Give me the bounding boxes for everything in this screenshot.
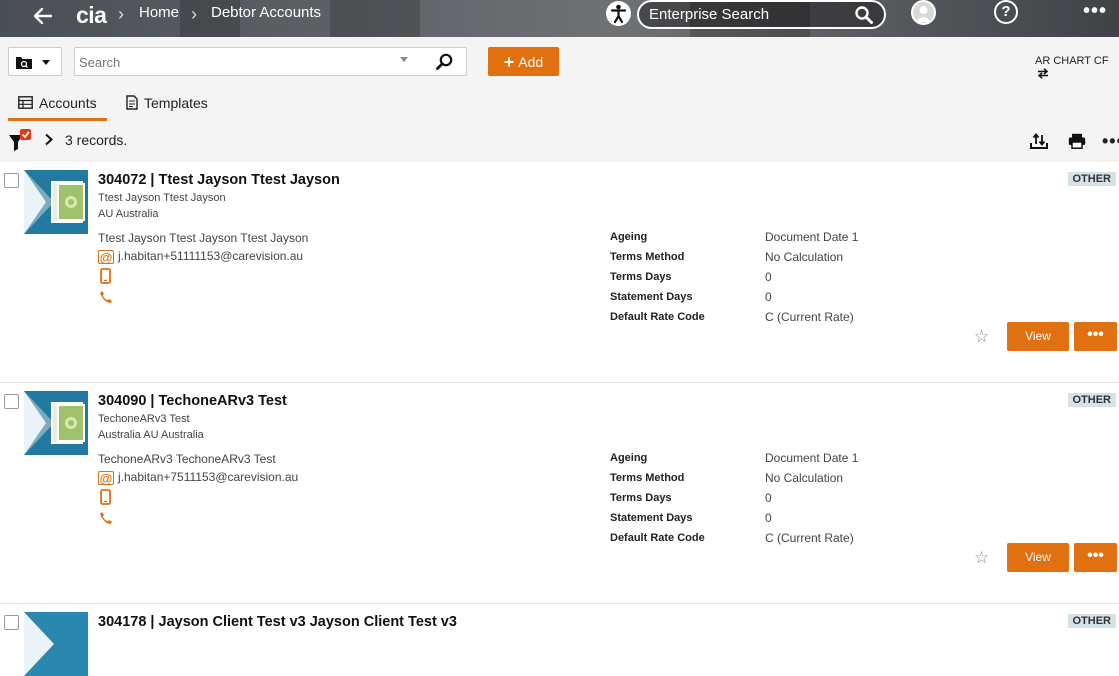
background-image bbox=[330, 0, 420, 37]
breadcrumb-debtor-accounts: Debtor Accounts bbox=[211, 4, 322, 21]
star-icon[interactable]: ☆ bbox=[974, 548, 989, 568]
debtor-money-icon bbox=[24, 170, 88, 234]
field-label: Default Rate Code bbox=[610, 532, 705, 544]
debtor-money-icon bbox=[24, 391, 88, 455]
more-menu-icon[interactable]: ••• bbox=[1083, 0, 1107, 23]
search-icon[interactable] bbox=[854, 5, 874, 30]
top-bar: cia › Home › Debtor Accounts Enterprise … bbox=[0, 0, 1119, 37]
list-item[interactable]: 304072 | Ttest Jayson Ttest Jayson Ttest… bbox=[0, 162, 1119, 383]
toolbar: +Add AR CHART CF Accounts Templates 3 re… bbox=[0, 37, 1119, 162]
field-label: Ageing bbox=[610, 231, 648, 243]
search-field[interactable] bbox=[74, 47, 467, 76]
filter-icon[interactable] bbox=[8, 129, 34, 158]
field-label: Terms Method bbox=[610, 251, 685, 263]
expand-chevron-icon[interactable] bbox=[44, 133, 54, 150]
add-button-label: Add bbox=[518, 54, 544, 70]
field-label: Ageing bbox=[610, 452, 648, 464]
ar-chart-label: AR CHART CF bbox=[1035, 55, 1109, 67]
field-label: Statement Days bbox=[610, 291, 693, 303]
breadcrumb-home[interactable]: Home bbox=[139, 4, 179, 22]
email-icon: @ bbox=[98, 249, 114, 265]
record-count: 3 records. bbox=[65, 132, 128, 148]
record-contact: TechoneARv3 TechoneARv3 Test bbox=[98, 452, 276, 466]
list-item[interactable]: 304090 | TechoneARv3 Test TechoneARv3 Te… bbox=[0, 383, 1119, 604]
field-value: No Calculation bbox=[765, 250, 844, 264]
record-location: AU Australia bbox=[98, 208, 159, 220]
row-checkbox[interactable] bbox=[4, 615, 19, 630]
plus-icon: + bbox=[503, 52, 515, 72]
email-icon: @ bbox=[98, 470, 114, 486]
app-logo[interactable]: cia bbox=[76, 2, 107, 29]
mobile-icon bbox=[100, 268, 111, 284]
tab-accounts[interactable]: Accounts bbox=[8, 95, 107, 121]
field-value: 0 bbox=[765, 491, 772, 505]
add-button[interactable]: + Add bbox=[488, 47, 559, 76]
folder-search-icon bbox=[16, 57, 32, 69]
field-label: Statement Days bbox=[610, 512, 693, 524]
chevron-right-icon: › bbox=[191, 4, 197, 24]
back-arrow-icon[interactable] bbox=[30, 4, 56, 30]
list-item[interactable]: 304178 | Jayson Client Test v3 Jayson Cl… bbox=[0, 604, 1119, 676]
record-email[interactable]: @ j.habitan+7511153@carevision.au bbox=[98, 470, 298, 485]
field-value: No Calculation bbox=[765, 471, 844, 485]
field-value: 0 bbox=[765, 290, 772, 304]
field-value: 0 bbox=[765, 270, 772, 284]
status-badge: OTHER bbox=[1067, 393, 1116, 407]
debtor-money-icon bbox=[24, 612, 88, 676]
enterprise-search-input[interactable]: Enterprise Search bbox=[637, 0, 886, 29]
accessibility-icon[interactable] bbox=[606, 1, 631, 26]
chevron-right-icon: › bbox=[118, 4, 124, 24]
print-icon[interactable] bbox=[1068, 133, 1086, 154]
record-email[interactable]: @ j.habitan+51111153@carevision.au bbox=[98, 249, 303, 264]
user-avatar-icon[interactable] bbox=[911, 0, 936, 25]
record-contact: Ttest Jayson Ttest Jayson Ttest Jayson bbox=[98, 231, 309, 245]
search-input[interactable] bbox=[79, 52, 379, 72]
field-value: Document Date 1 bbox=[765, 230, 859, 244]
record-title[interactable]: 304178 | Jayson Client Test v3 Jayson Cl… bbox=[98, 614, 457, 630]
record-subtitle: Ttest Jayson Ttest Jayson bbox=[98, 192, 226, 204]
more-options-icon[interactable]: ••• bbox=[1102, 131, 1119, 152]
phone-icon bbox=[100, 291, 112, 303]
tab-templates-label: Templates bbox=[144, 95, 208, 111]
record-title[interactable]: 304072 | Ttest Jayson Ttest Jayson bbox=[98, 172, 340, 188]
email-value: j.habitan+7511153@carevision.au bbox=[118, 470, 299, 484]
table-icon bbox=[18, 96, 33, 112]
star-icon[interactable]: ☆ bbox=[974, 327, 989, 347]
view-button[interactable]: View bbox=[1007, 322, 1069, 351]
ar-chart-selector[interactable]: AR CHART CF bbox=[1035, 55, 1119, 79]
field-value: C (Current Rate) bbox=[765, 531, 854, 545]
mobile-icon bbox=[100, 489, 111, 505]
field-label: Default Rate Code bbox=[610, 311, 705, 323]
folder-dropdown[interactable] bbox=[8, 47, 62, 76]
field-label: Terms Method bbox=[610, 472, 685, 484]
export-icon[interactable] bbox=[1030, 133, 1048, 154]
help-icon[interactable]: ? bbox=[994, 0, 1018, 24]
record-location: Australia AU Australia bbox=[98, 429, 204, 441]
field-value: Document Date 1 bbox=[765, 451, 859, 465]
field-value: 0 bbox=[765, 511, 772, 525]
tab-accounts-label: Accounts bbox=[39, 95, 97, 111]
record-title[interactable]: 304090 | TechoneARv3 Test bbox=[98, 393, 287, 409]
status-badge: OTHER bbox=[1067, 172, 1116, 186]
view-button[interactable]: View bbox=[1007, 543, 1069, 572]
record-subtitle: TechoneARv3 Test bbox=[98, 413, 190, 425]
tab-templates[interactable]: Templates bbox=[126, 95, 208, 121]
search-icon[interactable] bbox=[435, 52, 455, 77]
document-icon bbox=[126, 95, 138, 113]
enterprise-search-placeholder: Enterprise Search bbox=[649, 6, 770, 23]
field-value: C (Current Rate) bbox=[765, 310, 854, 324]
row-checkbox[interactable] bbox=[4, 394, 19, 409]
more-actions-button[interactable]: ••• bbox=[1074, 322, 1117, 351]
row-checkbox[interactable] bbox=[4, 173, 19, 188]
caret-down-icon[interactable] bbox=[400, 57, 408, 62]
swap-icon bbox=[1037, 67, 1049, 79]
field-label: Terms Days bbox=[610, 492, 672, 504]
phone-icon bbox=[100, 512, 112, 524]
field-label: Terms Days bbox=[610, 271, 672, 283]
caret-down-icon bbox=[42, 60, 50, 65]
email-value: j.habitan+51111153@carevision.au bbox=[118, 249, 304, 263]
more-actions-button[interactable]: ••• bbox=[1074, 543, 1117, 572]
